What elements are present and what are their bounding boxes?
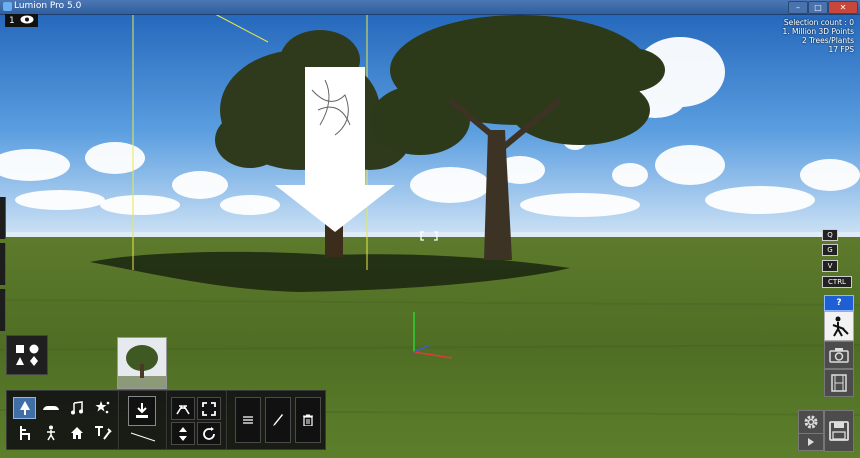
app-icon — [3, 2, 12, 11]
text-tools-icon — [94, 425, 112, 441]
movie-mode-button[interactable] — [824, 369, 854, 397]
fps-counter: 17 FPS — [828, 45, 854, 54]
place-object-button[interactable] — [128, 396, 156, 426]
build-mode-icon — [829, 315, 849, 337]
rotate-tool-button[interactable] — [197, 422, 221, 445]
transform-tools-panel — [166, 390, 228, 450]
layer-number: 1 — [9, 15, 15, 26]
key-hint-v: V — [822, 260, 838, 272]
maximize-button[interactable]: □ — [808, 1, 828, 14]
photo-mode-button[interactable] — [824, 341, 854, 369]
selected-object-thumbnail[interactable] — [117, 337, 167, 389]
category-transport-button[interactable] — [39, 397, 62, 419]
sparkle-icon — [95, 400, 111, 416]
house-icon — [70, 426, 84, 440]
menu-lines-icon — [243, 416, 253, 424]
object-category-panel — [6, 390, 120, 450]
category-nature-button[interactable] — [13, 397, 36, 419]
side-tab-2[interactable] — [0, 243, 6, 285]
side-tab-1[interactable] — [0, 197, 6, 239]
category-utilities-button[interactable] — [91, 422, 114, 444]
layer-visibility-button[interactable]: 1 — [5, 14, 38, 27]
window-title: Lumion Pro 5.0 — [14, 1, 82, 11]
category-outdoor-button[interactable] — [65, 422, 88, 444]
floppy-disk-icon — [829, 421, 849, 441]
category-indoor-button[interactable] — [13, 422, 36, 444]
properties-button[interactable] — [235, 397, 261, 443]
place-object-icon — [134, 402, 150, 420]
move-arrows-icon — [175, 403, 191, 415]
stats-points: 1. Million 3D Points — [782, 27, 854, 36]
title-bar: Lumion Pro 5.0 – □ ✕ — [0, 0, 860, 15]
key-hint-g: G — [822, 244, 838, 256]
key-hint-q: Q — [822, 229, 838, 241]
side-tab-3[interactable] — [0, 289, 6, 331]
scene-stats: Selection count : 0 1. Million 3D Points… — [782, 18, 854, 54]
edit-button[interactable] — [265, 397, 291, 443]
build-mode-button[interactable] — [824, 311, 854, 341]
minimize-button[interactable]: – — [788, 1, 808, 14]
category-effects-button[interactable] — [91, 397, 114, 419]
scale-tool-button[interactable] — [197, 397, 221, 420]
trash-icon — [303, 414, 313, 426]
settings-button[interactable] — [798, 410, 824, 434]
move-tool-button[interactable] — [171, 397, 195, 420]
rotate-icon — [202, 426, 216, 441]
category-sound-button[interactable] — [65, 397, 88, 419]
film-icon — [830, 374, 848, 392]
delete-button[interactable] — [295, 397, 321, 443]
place-mode-indicator — [130, 432, 156, 442]
save-button[interactable] — [824, 410, 854, 452]
category-people-button[interactable] — [39, 422, 62, 444]
pencil-icon — [272, 413, 284, 427]
gear-icon — [803, 414, 819, 430]
selection-count: Selection count : 0 — [783, 18, 854, 27]
close-button[interactable]: ✕ — [828, 1, 858, 14]
objects-shapes-icon — [7, 344, 47, 378]
car-icon — [42, 404, 60, 412]
play-icon — [807, 438, 815, 446]
eye-icon — [20, 15, 34, 27]
stats-trees: 2 Trees/Plants — [801, 36, 854, 45]
chair-icon — [18, 425, 32, 441]
person-icon — [45, 425, 57, 441]
edit-tools-panel — [226, 390, 326, 450]
help-button[interactable]: ? — [824, 295, 854, 311]
height-tool-button[interactable] — [171, 422, 195, 445]
height-arrows-icon — [178, 426, 188, 442]
key-hint-ctrl: CTRL — [822, 276, 852, 288]
objects-mode-button[interactable] — [6, 335, 48, 375]
music-note-icon — [70, 401, 84, 415]
place-object-panel — [118, 390, 168, 450]
tree-icon — [19, 400, 31, 416]
camera-icon — [829, 347, 849, 363]
scale-corners-icon — [202, 401, 216, 416]
play-button[interactable] — [798, 433, 824, 451]
